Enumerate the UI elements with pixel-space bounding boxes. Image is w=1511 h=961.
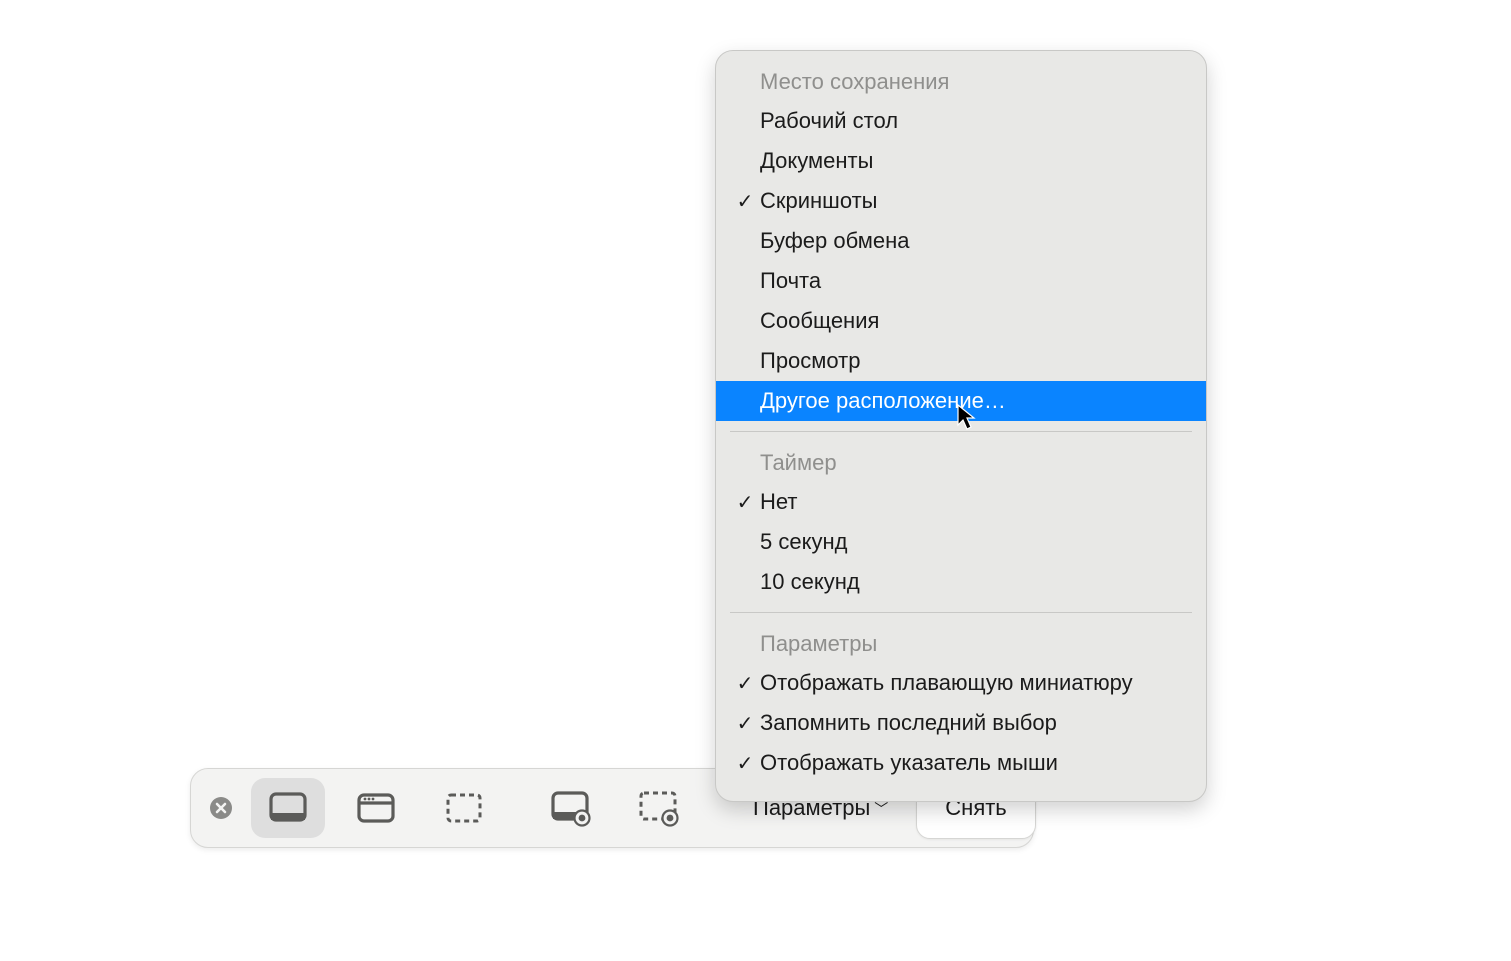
menu-item-timer-10s[interactable]: ✓ 10 секунд [716, 562, 1206, 602]
capture-entire-screen-button[interactable] [251, 778, 325, 838]
chevron-down-icon: ﹀ [874, 799, 888, 819]
menu-item-remember-last-selection[interactable]: ✓ Запомнить последний выбор [716, 703, 1206, 743]
menu-item-label: Сообщения [760, 308, 1186, 334]
record-entire-screen-icon [548, 786, 592, 830]
options-menu: Место сохранения ✓ Рабочий стол ✓ Докуме… [715, 50, 1207, 802]
menu-section-title-save-to: Место сохранения [716, 61, 1206, 101]
menu-item-label: Рабочий стол [760, 108, 1186, 134]
record-selection-button[interactable] [621, 778, 695, 838]
menu-item-label: Документы [760, 148, 1186, 174]
capture-window-button[interactable] [339, 778, 413, 838]
record-mode-group [533, 778, 695, 838]
menu-item-show-mouse-pointer[interactable]: ✓ Отображать указатель мыши [716, 743, 1206, 783]
menu-item-label: Просмотр [760, 348, 1186, 374]
menu-item-timer-5s[interactable]: ✓ 5 секунд [716, 522, 1206, 562]
menu-separator [730, 431, 1192, 432]
capture-mode-group [251, 778, 501, 838]
close-icon [209, 796, 233, 820]
menu-separator [730, 612, 1192, 613]
menu-item-timer-none[interactable]: ✓ Нет [716, 482, 1206, 522]
check-icon: ✓ [730, 711, 760, 736]
menu-item-screenshots[interactable]: ✓ Скриншоты [716, 181, 1206, 221]
menu-item-label: 10 секунд [760, 569, 1186, 595]
menu-item-messages[interactable]: ✓ Сообщения [716, 301, 1206, 341]
menu-item-label: Нет [760, 489, 1186, 515]
check-icon: ✓ [730, 751, 760, 776]
menu-item-label: Почта [760, 268, 1186, 294]
menu-item-clipboard[interactable]: ✓ Буфер обмена [716, 221, 1206, 261]
capture-window-icon [354, 786, 398, 830]
check-icon: ✓ [730, 189, 760, 214]
menu-item-label: Скриншоты [760, 188, 1186, 214]
menu-item-label: Отображать указатель мыши [760, 750, 1186, 776]
capture-entire-screen-icon [266, 786, 310, 830]
record-entire-screen-button[interactable] [533, 778, 607, 838]
check-icon: ✓ [730, 490, 760, 515]
check-icon: ✓ [730, 671, 760, 696]
menu-item-documents[interactable]: ✓ Документы [716, 141, 1206, 181]
menu-item-desktop[interactable]: ✓ Рабочий стол [716, 101, 1206, 141]
record-selection-icon [636, 786, 680, 830]
menu-item-label: 5 секунд [760, 529, 1186, 555]
close-button[interactable] [209, 796, 233, 820]
menu-item-label: Запомнить последний выбор [760, 710, 1186, 736]
menu-item-label: Отображать плавающую миниатюру [760, 670, 1186, 696]
menu-section-title-options: Параметры [716, 623, 1206, 663]
menu-item-mail[interactable]: ✓ Почта [716, 261, 1206, 301]
menu-item-label: Другое расположение… [760, 388, 1186, 414]
capture-selection-button[interactable] [427, 778, 501, 838]
menu-section-title-timer: Таймер [716, 442, 1206, 482]
menu-item-preview[interactable]: ✓ Просмотр [716, 341, 1206, 381]
menu-item-label: Буфер обмена [760, 228, 1186, 254]
menu-item-show-thumbnail[interactable]: ✓ Отображать плавающую миниатюру [716, 663, 1206, 703]
menu-item-other-location[interactable]: ✓ Другое расположение… [716, 381, 1206, 421]
capture-selection-icon [442, 786, 486, 830]
